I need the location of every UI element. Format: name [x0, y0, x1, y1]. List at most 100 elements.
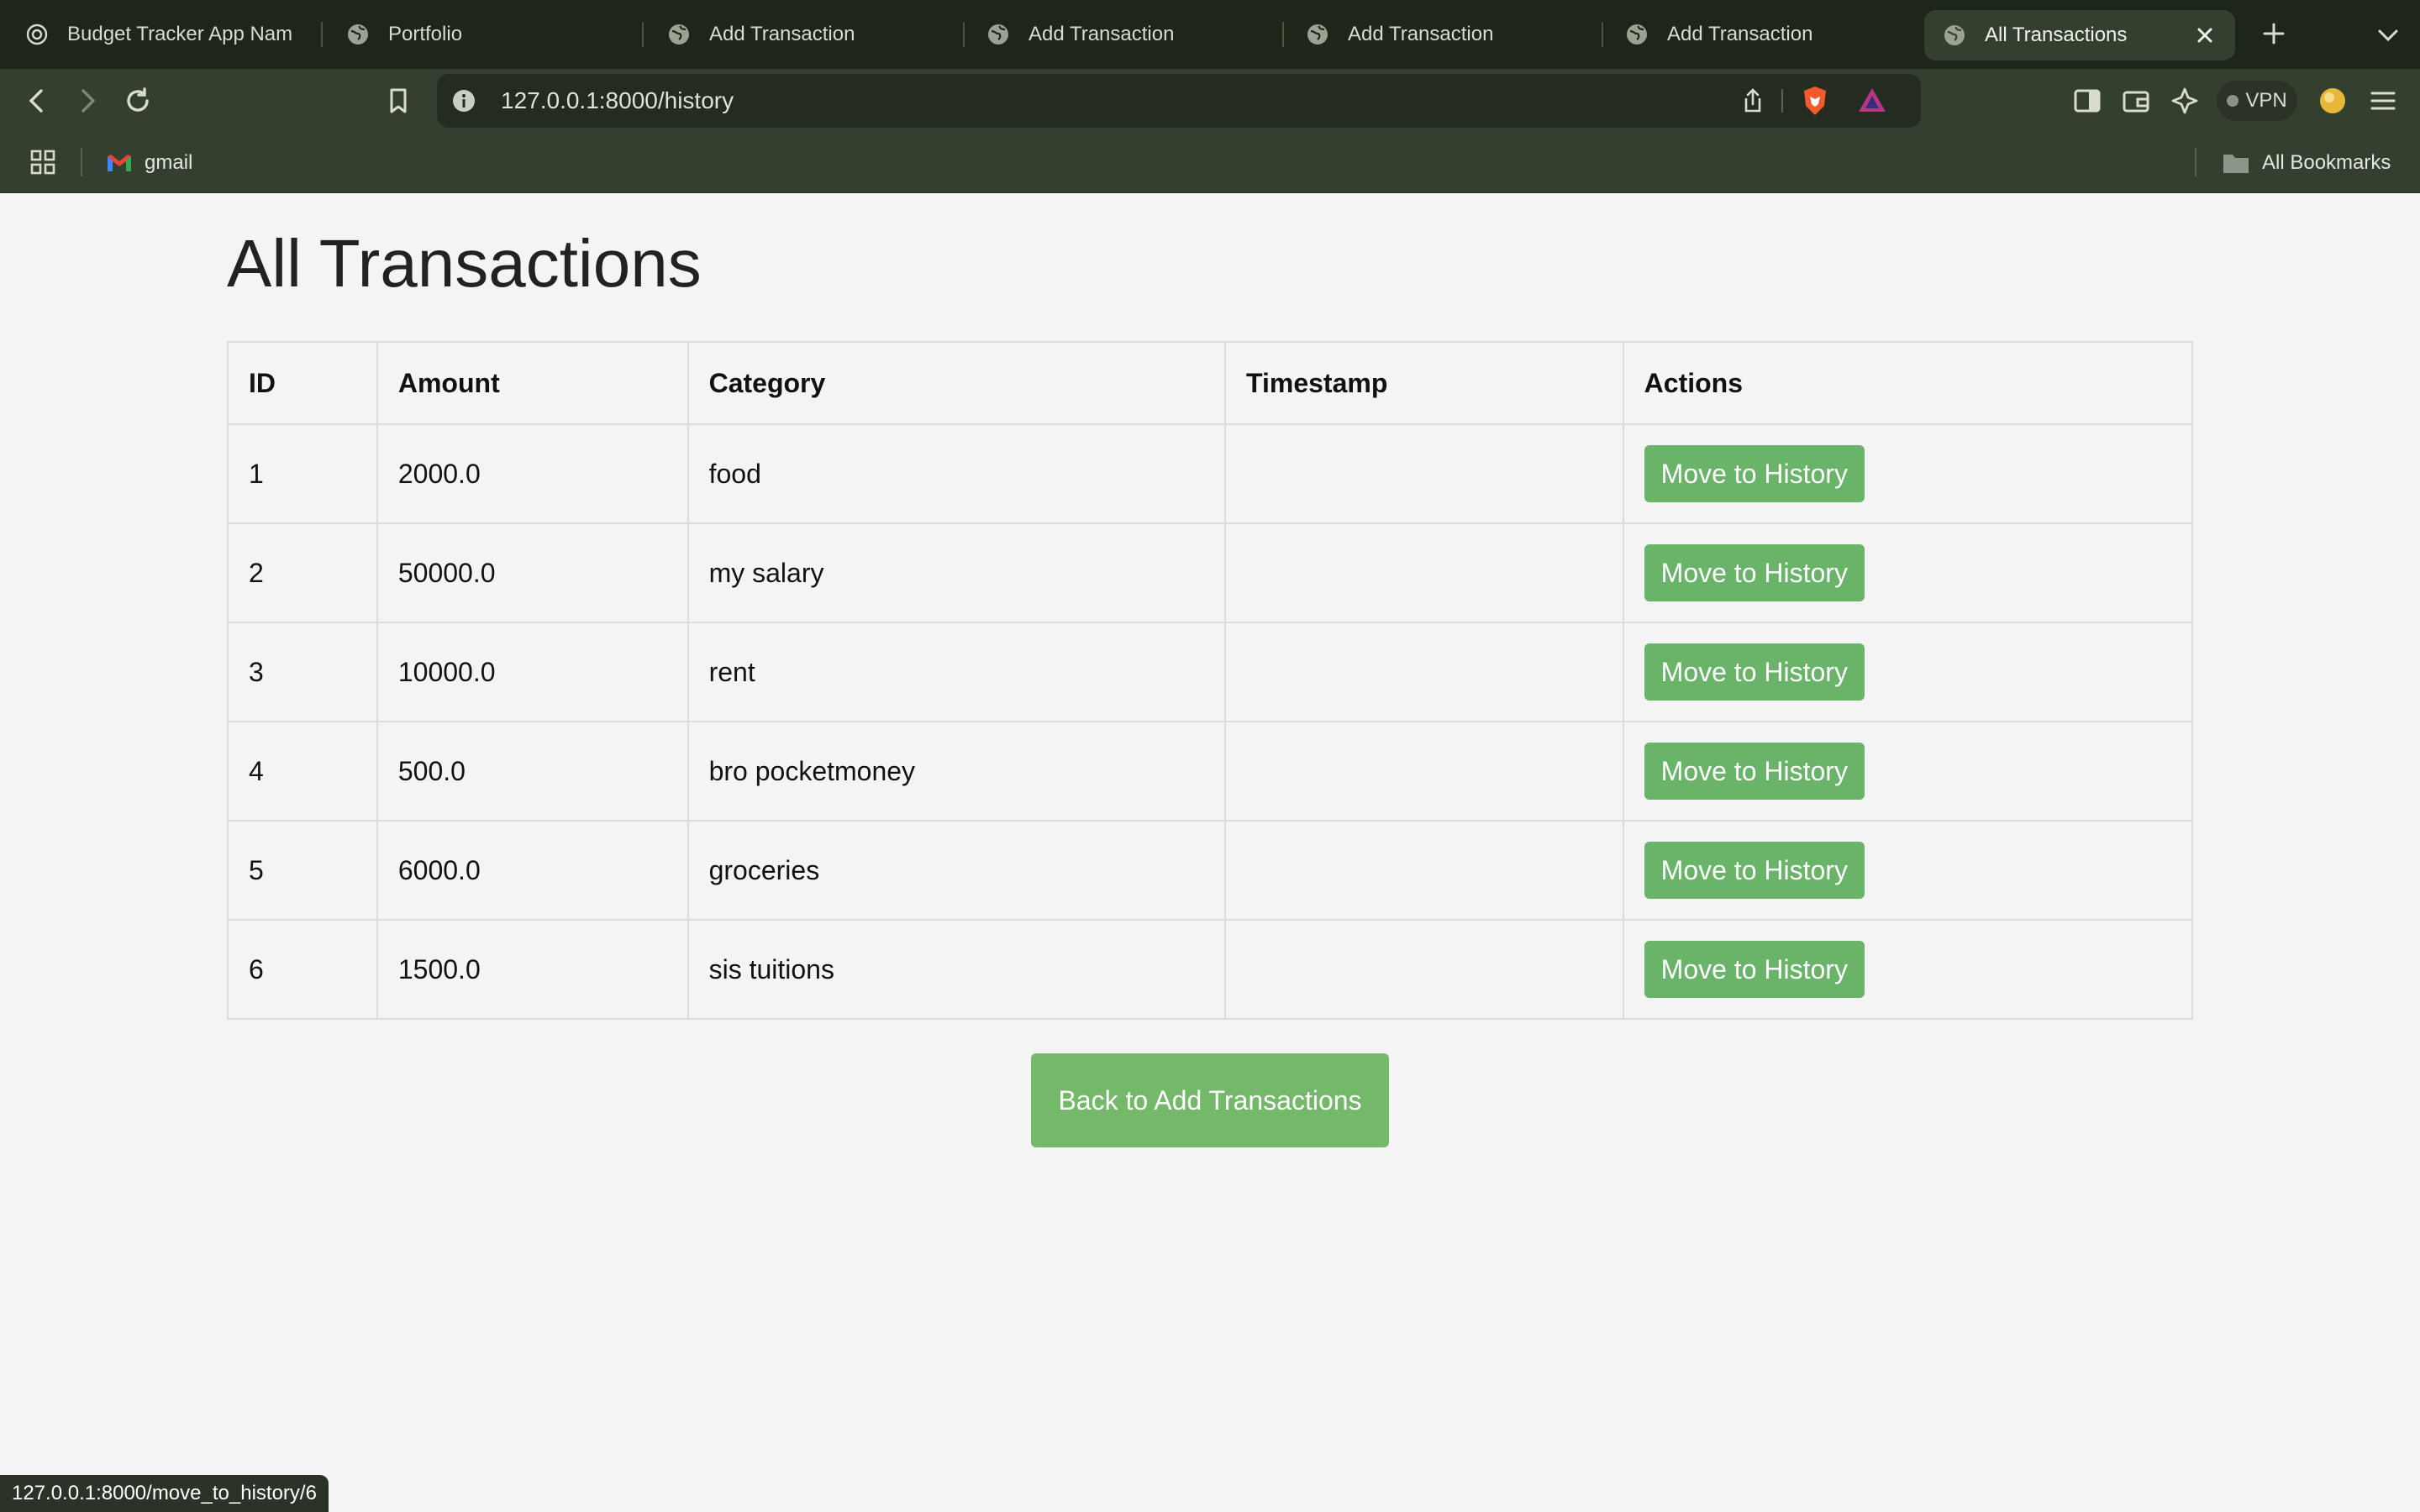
reload-icon[interactable] [119, 82, 156, 119]
vpn-button[interactable]: VPN [2217, 81, 2297, 121]
cell-timestamp [1224, 622, 1624, 722]
tab-separator [642, 22, 644, 47]
table-row: 6 1500.0 sis tuitions Move to History [227, 919, 2194, 1020]
forward-arrow-icon[interactable] [69, 82, 106, 119]
column-header-amount: Amount [376, 341, 689, 425]
cell-amount: 1500.0 [376, 919, 689, 1020]
url-text: 127.0.0.1:8000/history [501, 87, 734, 113]
tab-title: Add Transaction [1348, 23, 1494, 45]
bookmark-gmail[interactable]: gmail [106, 133, 192, 193]
tab-title: Budget Tracker App Nam [67, 23, 293, 45]
cell-category: my salary [687, 522, 1227, 623]
column-header-timestamp: Timestamp [1224, 341, 1624, 425]
new-tab-icon[interactable] [2257, 17, 2291, 50]
cell-amount: 2000.0 [376, 423, 689, 524]
cell-category: rent [687, 622, 1227, 722]
divider [1781, 89, 1783, 113]
share-icon[interactable] [1738, 86, 1768, 116]
column-header-id: ID [227, 341, 378, 425]
divider [81, 148, 82, 176]
tab-separator [1282, 22, 1284, 47]
cell-amount: 50000.0 [376, 522, 689, 623]
browser-toolbar: 127.0.0.1:8000/history VPN [0, 69, 2420, 133]
page-content: All Transactions ID Amount Category Time… [0, 193, 2420, 1512]
brave-rewards-icon[interactable] [1855, 84, 1889, 118]
column-header-actions: Actions [1622, 341, 2194, 425]
back-arrow-icon[interactable] [18, 82, 55, 119]
sidebar-icon[interactable] [2069, 82, 2106, 119]
move-to-history-button[interactable]: Move to History [1644, 643, 1865, 701]
table-header-row: ID Amount Category Timestamp Actions [227, 341, 2194, 425]
folder-icon [2223, 155, 2249, 173]
tab-add-transaction-2[interactable]: Add Transaction [986, 0, 1272, 69]
divider [2195, 148, 2196, 176]
tab-separator [1602, 22, 1603, 47]
column-header-category: Category [687, 341, 1227, 425]
globe-icon [1307, 24, 1328, 45]
cell-id: 1 [227, 423, 378, 524]
info-icon[interactable] [450, 87, 477, 114]
vpn-label: VPN [2245, 89, 2287, 112]
bookmarks-bar: gmail All Bookmarks [0, 133, 2420, 193]
tab-all-transactions[interactable]: All Transactions [1924, 10, 2235, 60]
cell-id: 2 [227, 522, 378, 623]
table-row: 2 50000.0 my salary Move to History [227, 522, 2194, 623]
apps-grid-icon[interactable] [29, 148, 57, 176]
cell-actions: Move to History [1622, 522, 2194, 623]
address-bar[interactable]: 127.0.0.1:8000/history [437, 74, 1921, 128]
menu-icon[interactable] [2365, 82, 2402, 119]
bookmark-icon[interactable] [380, 82, 417, 119]
status-url-preview: 127.0.0.1:8000/move_to_history/6 [0, 1475, 329, 1512]
tab-add-transaction-1[interactable]: Add Transaction [667, 0, 953, 69]
move-to-history-button[interactable]: Move to History [1644, 544, 1865, 601]
back-to-add-transactions-button[interactable]: Back to Add Transactions [1031, 1053, 1389, 1147]
cell-timestamp [1224, 919, 1624, 1020]
tab-portfolio[interactable]: Portfolio [346, 0, 632, 69]
tab-separator [963, 22, 965, 47]
cell-category: sis tuitions [687, 919, 1227, 1020]
globe-icon [988, 24, 1008, 45]
table-row: 3 10000.0 rent Move to History [227, 622, 2194, 722]
cell-id: 4 [227, 721, 378, 822]
leo-ai-icon[interactable] [2166, 82, 2203, 119]
move-to-history-button[interactable]: Move to History [1644, 842, 1865, 899]
chevron-down-icon[interactable] [2373, 20, 2403, 50]
openai-icon [26, 24, 48, 45]
cell-timestamp [1224, 522, 1624, 623]
cell-category: food [687, 423, 1227, 524]
cell-amount: 500.0 [376, 721, 689, 822]
cell-actions: Move to History [1622, 721, 2194, 822]
tab-title: Add Transaction [1667, 23, 1813, 45]
cell-timestamp [1224, 820, 1624, 921]
cell-timestamp [1224, 721, 1624, 822]
profile-avatar-icon[interactable] [2314, 82, 2351, 119]
table-row: 1 2000.0 food Move to History [227, 423, 2194, 524]
wallet-icon[interactable] [2118, 82, 2154, 119]
cell-actions: Move to History [1622, 423, 2194, 524]
tab-bar: Budget Tracker App Nam Portfolio Add Tra… [0, 0, 2420, 69]
move-to-history-button[interactable]: Move to History [1644, 941, 1865, 998]
cell-category: groceries [687, 820, 1227, 921]
table-row: 4 500.0 bro pocketmoney Move to History [227, 721, 2194, 822]
tab-title: Portfolio [388, 23, 463, 45]
move-to-history-button[interactable]: Move to History [1644, 445, 1865, 502]
globe-icon [348, 24, 368, 45]
move-to-history-button[interactable]: Move to History [1644, 743, 1865, 800]
all-bookmarks[interactable]: All Bookmarks [2222, 133, 2391, 193]
tab-add-transaction-4[interactable]: Add Transaction [1625, 0, 1911, 69]
close-icon[interactable] [2191, 22, 2218, 49]
globe-icon [1627, 24, 1647, 45]
transactions-table: ID Amount Category Timestamp Actions 1 2… [227, 341, 2194, 1020]
globe-icon [1944, 25, 1965, 45]
tab-add-transaction-3[interactable]: Add Transaction [1306, 0, 1591, 69]
cell-actions: Move to History [1622, 622, 2194, 722]
cell-id: 3 [227, 622, 378, 722]
brave-shield-icon[interactable] [1798, 84, 1832, 118]
table-row: 5 6000.0 groceries Move to History [227, 820, 2194, 921]
bookmark-label: All Bookmarks [2262, 151, 2391, 174]
tab-budget-tracker[interactable]: Budget Tracker App Nam [25, 0, 302, 69]
cell-id: 6 [227, 919, 378, 1020]
tab-title: Add Transaction [709, 23, 855, 45]
cell-actions: Move to History [1622, 820, 2194, 921]
cell-actions: Move to History [1622, 919, 2194, 1020]
